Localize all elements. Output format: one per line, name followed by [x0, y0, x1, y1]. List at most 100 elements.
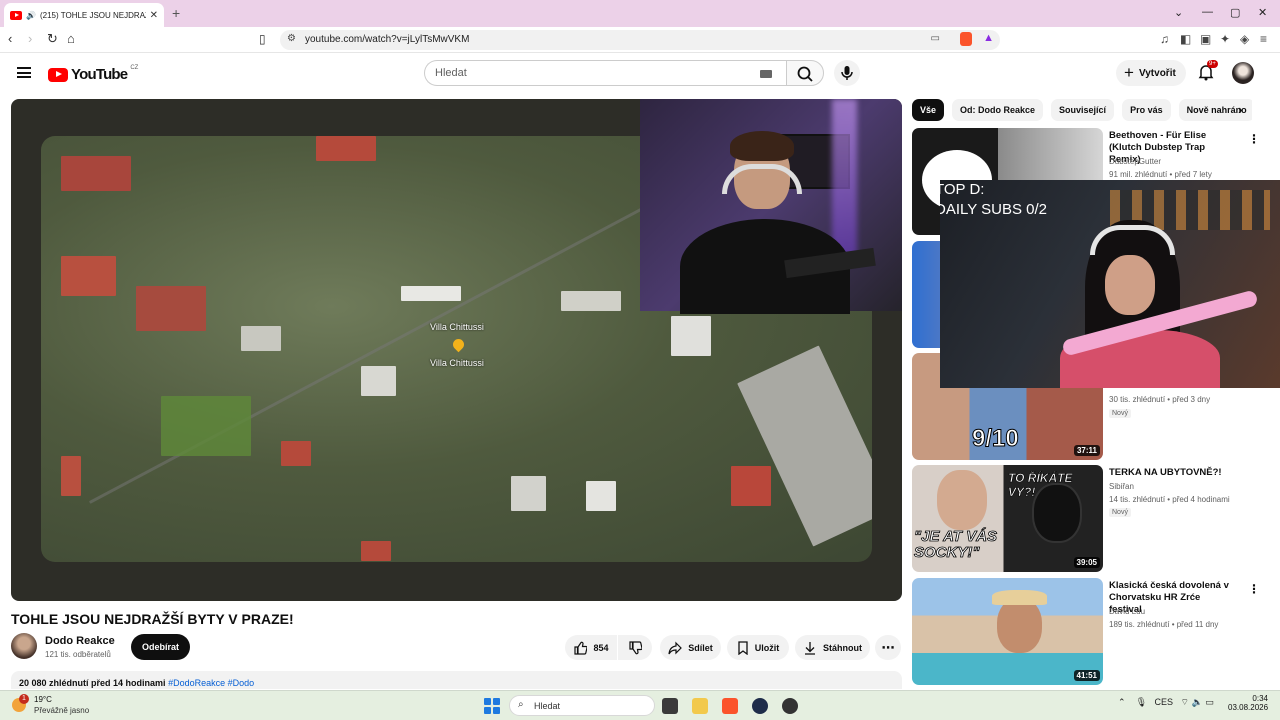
cast-icon[interactable]: ▭: [931, 33, 940, 44]
new-tab-button[interactable]: +: [172, 5, 180, 21]
wifi-icon[interactable]: ⌔: [1181, 697, 1189, 707]
plus-icon: +: [1124, 63, 1134, 82]
brave-shields-icon[interactable]: [960, 32, 972, 46]
brave-rewards-icon[interactable]: ▲: [983, 32, 994, 44]
subscribe-button[interactable]: Odebírat: [131, 634, 190, 660]
bookmark-icon[interactable]: ▯: [259, 32, 266, 46]
channel-name[interactable]: Dodo Reakce: [45, 635, 115, 647]
search-input[interactable]: Hledat: [424, 60, 786, 86]
file-explorer-icon[interactable]: [692, 698, 708, 714]
video-thumbnail[interactable]: "JE AT VÁS SOCKY!" TO ŘÍKÁTE VY?! 39:05: [912, 465, 1103, 572]
thumbnail-face: [937, 470, 987, 530]
video-duration: 37:11: [1073, 445, 1100, 456]
browser-toolbar: ‹ › ↻ ⌂ ▯ ⚙ youtube.com/watch?v=jLylTsMw…: [0, 27, 1280, 53]
related-meta: 30 tis. zhlédnutí • před 3 dny: [1109, 395, 1211, 404]
video-thumbnail[interactable]: 41:51: [912, 578, 1103, 685]
close-window-button[interactable]: ✕: [1258, 6, 1267, 19]
app-icon[interactable]: [752, 698, 768, 714]
roof: [361, 366, 396, 396]
share-button[interactable]: Sdílet: [660, 635, 721, 660]
search-button[interactable]: [786, 60, 824, 86]
back-button[interactable]: ‹: [8, 32, 12, 46]
wallet-icon[interactable]: ▣: [1200, 32, 1211, 46]
site-settings-icon[interactable]: ⚙: [287, 33, 296, 44]
time: 0:34: [1252, 694, 1268, 703]
microphone-icon[interactable]: 🎙: [1136, 697, 1147, 707]
clock[interactable]: 0:34 03.08.2026: [1228, 694, 1268, 712]
tab-search-chevron-icon[interactable]: ⌄: [1174, 6, 1183, 19]
related-title[interactable]: TERKA NA UBYTOVNĚ?!: [1109, 467, 1234, 479]
volume-icon[interactable]: 🔈: [1192, 697, 1203, 707]
related-channel[interactable]: David Luu: [1109, 607, 1145, 616]
vpn-icon[interactable]: ◈: [1240, 32, 1249, 46]
task-view-icon[interactable]: [662, 698, 678, 714]
related-channel[interactable]: Sibiřan: [1109, 482, 1134, 491]
weather-condition: Převážně jasno: [34, 706, 90, 715]
windows-start-icon[interactable]: [484, 698, 500, 714]
notifications-button[interactable]: 9+: [1196, 60, 1218, 82]
more-actions-button[interactable]: ⋯: [875, 635, 901, 660]
roof: [586, 481, 616, 511]
chevron-up-icon[interactable]: ⌃: [1118, 697, 1126, 707]
video-player[interactable]: Villa Chittussi Villa Chittussi: [11, 99, 902, 601]
battery-icon[interactable]: ▭: [1205, 697, 1214, 707]
roof: [241, 326, 281, 351]
related-channel[interactable]: DubstepGutter: [1109, 157, 1161, 166]
related-video[interactable]: "JE AT VÁS SOCKY!" TO ŘÍKÁTE VY?! 39:05 …: [912, 465, 1252, 573]
thumbs-up-icon: [574, 641, 588, 655]
taskbar-search[interactable]: ⌕ Hledat: [509, 695, 655, 716]
dislike-button[interactable]: [618, 635, 652, 660]
description-box[interactable]: 20 080 zhlédnutí před 14 hodinami #DodoR…: [11, 671, 902, 689]
chevron-right-icon[interactable]: ›: [1238, 102, 1242, 117]
hashtags[interactable]: #DodoReakce #Dodo: [168, 678, 254, 688]
address-bar[interactable]: ⚙ youtube.com/watch?v=jLylTsMwVKM ▭ ▲: [280, 30, 1000, 50]
chip-related[interactable]: Související: [1051, 99, 1115, 121]
channel-avatar[interactable]: [11, 633, 37, 659]
new-badge: Nový: [1109, 409, 1131, 418]
menu-icon[interactable]: ≡: [1260, 32, 1267, 46]
search-placeholder: Hledat: [435, 67, 467, 79]
browser-tab-active[interactable]: 🔊 (215) TOHLE JSOU NEJDRAŽŠÍ ✕: [4, 3, 164, 27]
speaker-icon[interactable]: 🔊: [26, 11, 36, 20]
more-vertical-icon[interactable]: ⋮: [1248, 132, 1260, 146]
chip-from-channel[interactable]: Od: Dodo Reakce: [952, 99, 1044, 121]
app-icon[interactable]: [782, 698, 798, 714]
hamburger-menu-icon[interactable]: [17, 67, 31, 78]
share-icon: [668, 641, 683, 654]
create-button[interactable]: + Vytvořit: [1116, 60, 1186, 86]
video-title: TOHLE JSOU NEJDRAŽŠÍ BYTY V PRAZE!: [11, 611, 294, 627]
map-label: Villa Chittussi: [430, 358, 484, 368]
keyboard-icon[interactable]: [760, 70, 772, 78]
like-button[interactable]: 854: [565, 635, 617, 660]
chip-for-you[interactable]: Pro vás: [1122, 99, 1171, 121]
account-avatar[interactable]: [1232, 62, 1254, 84]
system-tray[interactable]: ⌃ 🎙 CES ⌔ 🔈 ▭: [1118, 697, 1214, 708]
download-icon: [805, 641, 815, 655]
roof: [61, 256, 116, 296]
download-button[interactable]: Stáhnout: [795, 635, 870, 660]
home-icon[interactable]: ⌂: [67, 32, 75, 46]
temperature: 19°C: [34, 695, 52, 704]
roof: [731, 466, 771, 506]
roof: [511, 476, 546, 511]
maximize-button[interactable]: ▢: [1230, 6, 1240, 19]
language-indicator[interactable]: CES: [1155, 697, 1174, 707]
map-label: Villa Chittussi: [430, 322, 484, 332]
reload-button[interactable]: ↻: [47, 32, 58, 46]
brave-browser-icon[interactable]: [722, 698, 738, 714]
roof: [561, 291, 621, 311]
related-video[interactable]: 41:51 Klasická česká dovolená v Chorvats…: [912, 578, 1260, 686]
more-vertical-icon[interactable]: ⋮: [1248, 582, 1260, 596]
chip-all[interactable]: Vše: [912, 99, 945, 121]
youtube-logo[interactable]: YouTube CZ: [48, 65, 138, 83]
tab-close-icon[interactable]: ✕: [150, 10, 158, 21]
map-pin-icon: [450, 336, 467, 353]
media-icon[interactable]: ♫: [1160, 32, 1169, 46]
voice-search-button[interactable]: [834, 60, 860, 86]
leo-ai-icon[interactable]: ✦: [1220, 32, 1230, 46]
sidebar-icon[interactable]: ◧: [1180, 32, 1191, 46]
minimize-button[interactable]: —: [1202, 6, 1213, 18]
forward-button[interactable]: ›: [28, 32, 32, 46]
save-button[interactable]: Uložit: [727, 635, 789, 660]
park: [161, 396, 251, 456]
